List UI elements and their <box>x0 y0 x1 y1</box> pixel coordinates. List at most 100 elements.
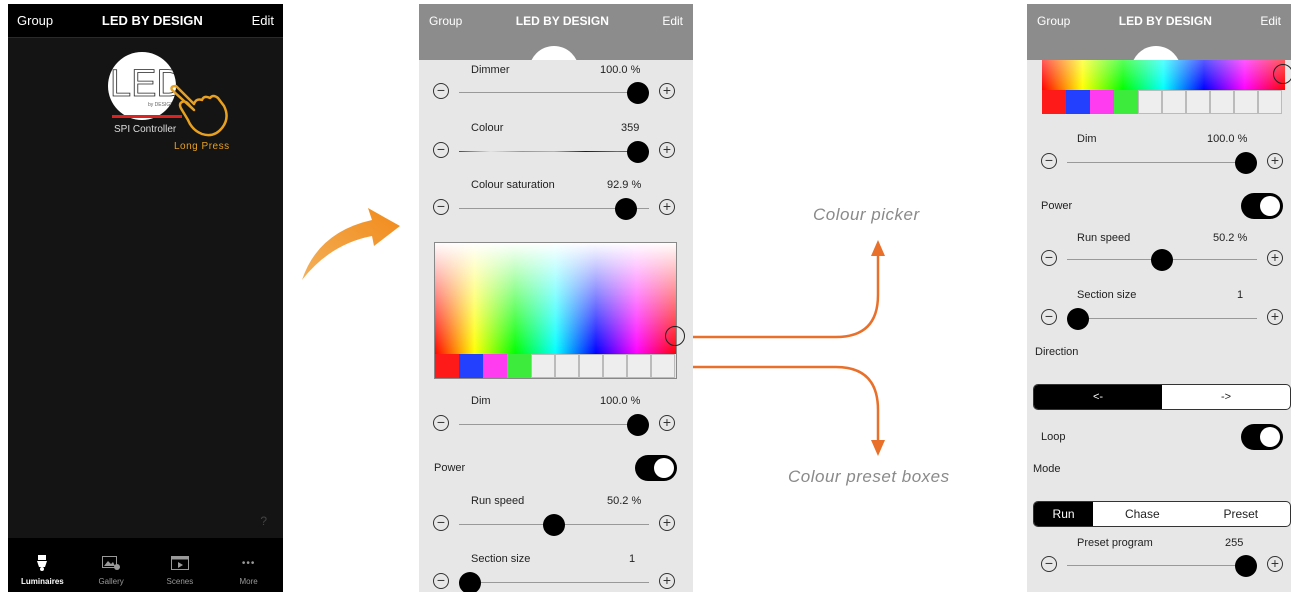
power-toggle[interactable] <box>1241 193 1283 219</box>
colour-preset-box[interactable] <box>1114 90 1138 114</box>
loop-toggle[interactable] <box>1241 424 1283 450</box>
plus-icon[interactable]: + <box>659 415 675 431</box>
colour-preset-box[interactable] <box>531 354 555 378</box>
tab-more[interactable]: ••• More <box>219 555 279 587</box>
colour-preset-box[interactable] <box>1210 90 1234 114</box>
minus-icon[interactable]: − <box>433 199 449 215</box>
saturation-label: Colour saturation <box>471 179 555 191</box>
colour-label: Colour <box>471 122 504 134</box>
slider-knob[interactable] <box>627 82 649 104</box>
minus-icon[interactable]: − <box>433 415 449 431</box>
section-size-value: 1 <box>1237 289 1244 301</box>
plus-icon[interactable]: + <box>1267 153 1283 169</box>
group-button[interactable]: Group <box>1037 14 1070 28</box>
colour-preset-box[interactable] <box>1066 90 1090 114</box>
dimmer-label: Dimmer <box>471 64 510 76</box>
dim-label: Dim <box>1077 133 1097 145</box>
group-button[interactable]: Group <box>17 13 53 28</box>
slider-knob[interactable] <box>627 141 649 163</box>
slider-knob[interactable] <box>1067 308 1089 330</box>
help-icon[interactable]: ? <box>260 514 267 528</box>
header-strip <box>1027 38 1291 60</box>
svg-text:LED: LED <box>110 63 176 105</box>
slider-knob[interactable] <box>459 572 481 592</box>
colour-preset-box[interactable] <box>1258 90 1282 114</box>
colour-preset-box[interactable] <box>1186 90 1210 114</box>
scenes-icon <box>170 555 189 571</box>
minus-icon[interactable]: − <box>1041 153 1057 169</box>
colour-preset-box[interactable] <box>627 354 651 378</box>
tab-scenes[interactable]: Scenes <box>150 555 210 586</box>
colour-picker[interactable] <box>1042 60 1285 90</box>
device-label: SPI Controller <box>114 124 177 135</box>
colour-preset-box[interactable] <box>579 354 603 378</box>
slider-knob[interactable] <box>615 198 638 220</box>
plus-icon[interactable]: + <box>659 515 675 531</box>
tab-luminaires[interactable]: Luminaires <box>12 555 72 586</box>
dim-value: 100.0 % <box>600 395 641 407</box>
slider-knob[interactable] <box>1235 555 1257 577</box>
picker-pointer-arrow <box>676 250 880 339</box>
plus-icon[interactable]: + <box>1267 250 1283 266</box>
more-icon: ••• <box>241 557 256 569</box>
presets-pointer-arrow <box>676 365 880 444</box>
plus-icon[interactable]: + <box>1267 309 1283 325</box>
header-strip <box>419 38 693 60</box>
run-speed-value: 50.2 % <box>607 495 642 507</box>
colour-preset-box[interactable] <box>1138 90 1162 114</box>
mode-preset-option[interactable]: Preset <box>1192 502 1290 526</box>
colour-preset-box[interactable] <box>1162 90 1186 114</box>
plus-icon[interactable]: + <box>659 573 675 589</box>
minus-icon[interactable]: − <box>433 83 449 99</box>
plus-icon[interactable]: + <box>659 142 675 158</box>
picker-handle[interactable] <box>665 326 685 346</box>
direction-segmented: <- -> <box>1033 384 1291 410</box>
plus-icon[interactable]: + <box>659 83 675 99</box>
power-label: Power <box>1041 200 1073 212</box>
minus-icon[interactable]: − <box>1041 250 1057 266</box>
slider-knob[interactable] <box>1151 249 1174 271</box>
colour-preset-box[interactable] <box>1234 90 1258 114</box>
section-size-label: Section size <box>1077 289 1137 301</box>
minus-icon[interactable]: − <box>433 142 449 158</box>
slider-knob[interactable] <box>627 414 649 436</box>
direction-right-option[interactable]: -> <box>1162 385 1290 409</box>
edit-button[interactable]: Edit <box>1260 14 1281 28</box>
preset-program-label: Preset program <box>1077 537 1153 549</box>
minus-icon[interactable]: − <box>1041 556 1057 572</box>
power-toggle[interactable] <box>635 455 677 481</box>
minus-icon[interactable]: − <box>433 573 449 589</box>
run-speed-label: Run speed <box>1077 232 1131 244</box>
colour-preset-box[interactable] <box>1042 90 1066 114</box>
colour-preset-box[interactable] <box>651 354 675 378</box>
mode-run-option[interactable]: Run <box>1034 502 1094 526</box>
colour-preset-box[interactable] <box>435 354 459 378</box>
mode-chase-option[interactable]: Chase <box>1093 502 1191 526</box>
presets-arrowhead-icon <box>871 440 885 456</box>
led-by-design-logo: LED by DESIGN <box>110 63 176 108</box>
colour-preset-box[interactable] <box>1090 90 1114 114</box>
luminaire-logo[interactable]: LED by DESIGN <box>108 52 176 120</box>
colour-picker[interactable] <box>434 242 677 354</box>
colour-preset-box[interactable] <box>603 354 627 378</box>
colour-preset-box[interactable] <box>507 354 531 378</box>
dim-label: Dim <box>471 395 491 407</box>
colour-preset-box[interactable] <box>459 354 483 378</box>
flow-arrow-icon <box>302 208 400 280</box>
tab-gallery[interactable]: Gallery <box>81 555 141 586</box>
plus-icon[interactable]: + <box>659 199 675 215</box>
minus-icon[interactable]: − <box>433 515 449 531</box>
plus-icon[interactable]: + <box>1267 556 1283 572</box>
colour-preset-box[interactable] <box>555 354 579 378</box>
colour-preset-box[interactable] <box>483 354 507 378</box>
direction-left-option[interactable]: <- <box>1034 385 1162 409</box>
slider-knob[interactable] <box>543 514 566 536</box>
edit-button[interactable]: Edit <box>252 13 274 28</box>
minus-icon[interactable]: − <box>1041 309 1057 325</box>
slider-knob[interactable] <box>1235 152 1257 174</box>
nav-bar: Group LED BY DESIGN Edit <box>1027 4 1291 38</box>
group-button[interactable]: Group <box>429 14 462 28</box>
edit-button[interactable]: Edit <box>662 14 683 28</box>
picker-handle[interactable] <box>1273 64 1291 84</box>
tab-label: Luminaires <box>21 577 64 586</box>
